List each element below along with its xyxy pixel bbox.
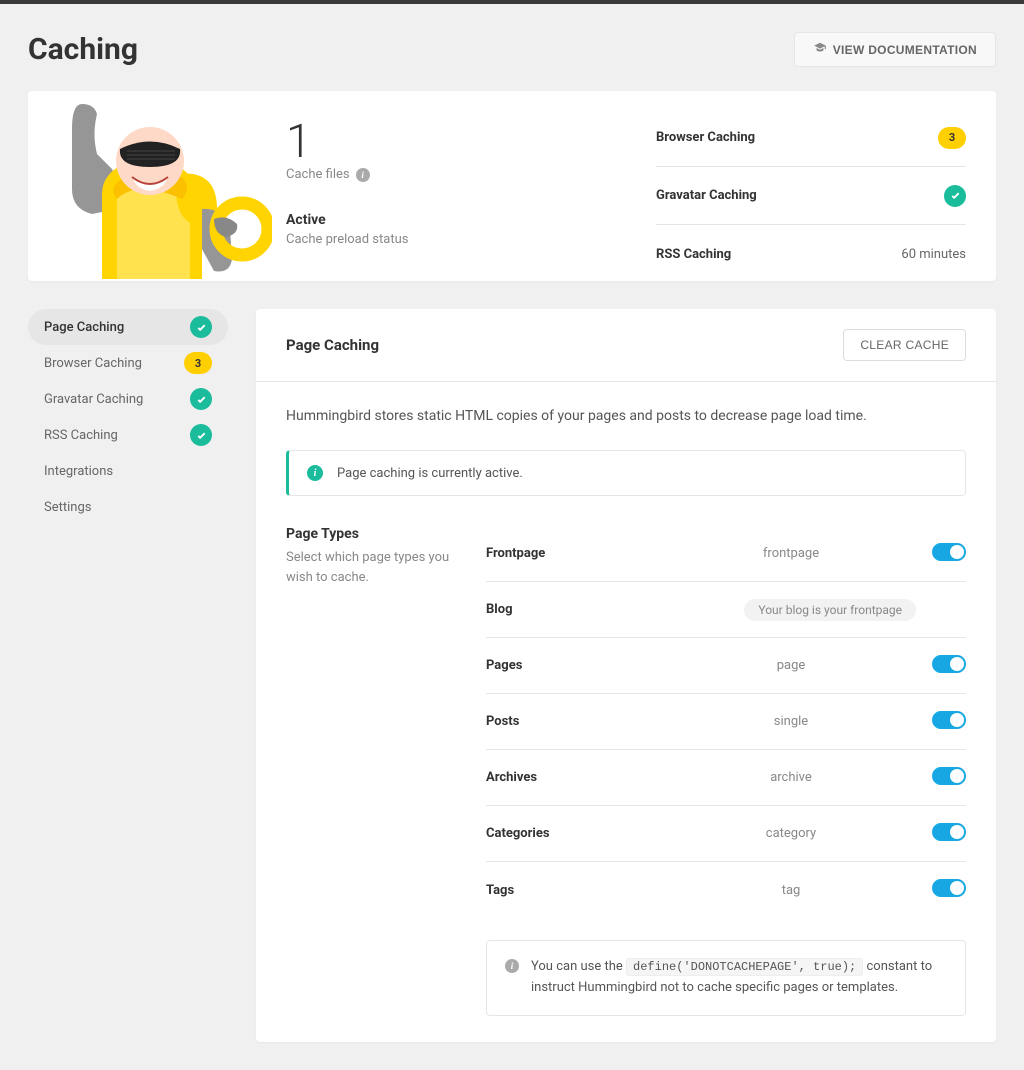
- type-value: page: [666, 658, 916, 673]
- check-icon: [190, 388, 212, 410]
- panel-intro: Hummingbird stores static HTML copies of…: [286, 408, 966, 424]
- type-value: archive: [666, 770, 916, 785]
- tip-pre: You can use the: [531, 959, 626, 974]
- tip-box: i You can use the define('DONOTCACHEPAGE…: [486, 940, 966, 1016]
- check-icon: [190, 316, 212, 338]
- page-type-row: Frontpage frontpage: [486, 526, 966, 582]
- page-types-section: Page Types Select which page types you w…: [286, 526, 966, 1016]
- warning-badge: 3: [938, 127, 966, 149]
- page-title: Caching: [28, 32, 138, 67]
- academic-cap-icon: [813, 41, 827, 58]
- type-value: category: [666, 826, 916, 841]
- sidebar-item-browser-caching[interactable]: Browser Caching 3: [28, 345, 228, 381]
- check-icon: [944, 185, 966, 207]
- page-type-row: Pages page: [486, 638, 966, 694]
- summary-row-label: Gravatar Caching: [656, 188, 757, 203]
- type-label: Posts: [486, 714, 666, 729]
- sidebar-item-label: Browser Caching: [44, 356, 184, 371]
- type-label: Categories: [486, 826, 666, 841]
- type-value: frontpage: [666, 546, 916, 561]
- notice-text: Page caching is currently active.: [337, 466, 523, 481]
- section-title: Page Types: [286, 526, 466, 542]
- check-icon: [190, 424, 212, 446]
- doc-button-label: VIEW DOCUMENTATION: [833, 43, 977, 57]
- sidebar-item-label: Gravatar Caching: [44, 392, 190, 407]
- summary-card: 1 Cache files i Active Cache preload sta…: [28, 91, 996, 281]
- page-type-row: Archives archive: [486, 750, 966, 806]
- toggle-switch[interactable]: [932, 823, 966, 841]
- panel-title: Page Caching: [286, 336, 379, 354]
- mascot-illustration: [28, 91, 286, 281]
- sidebar-item-label: RSS Caching: [44, 428, 190, 443]
- sidebar-item-rss-caching[interactable]: RSS Caching: [28, 417, 228, 453]
- toggle-switch[interactable]: [932, 543, 966, 561]
- type-label: Pages: [486, 658, 666, 673]
- summary-row-value: 60 minutes: [901, 247, 966, 262]
- main-panel: Page Caching CLEAR CACHE Hummingbird sto…: [256, 309, 996, 1042]
- toggle-switch[interactable]: [932, 879, 966, 897]
- preload-status-title: Active: [286, 212, 636, 228]
- page-type-row: Blog Your blog is your frontpage: [486, 582, 966, 638]
- sidebar-item-page-caching[interactable]: Page Caching: [28, 309, 228, 345]
- page-type-row: Tags tag: [486, 862, 966, 918]
- cache-file-label: Cache files: [286, 167, 350, 182]
- info-icon: i: [505, 959, 519, 973]
- clear-cache-button[interactable]: CLEAR CACHE: [843, 329, 966, 361]
- summary-row-browser-caching: Browser Caching 3: [656, 109, 966, 167]
- info-icon[interactable]: i: [356, 168, 370, 182]
- preload-status-subtitle: Cache preload status: [286, 232, 636, 247]
- summary-row-rss-caching: RSS Caching 60 minutes: [656, 225, 966, 281]
- sidebar-item-gravatar-caching[interactable]: Gravatar Caching: [28, 381, 228, 417]
- summary-stats: 1 Cache files i Active Cache preload sta…: [286, 91, 646, 281]
- type-value: Your blog is your frontpage: [666, 599, 916, 621]
- page-type-row: Posts single: [486, 694, 966, 750]
- sidebar-item-label: Page Caching: [44, 320, 190, 335]
- info-icon: i: [307, 465, 323, 481]
- sidebar-nav: Page Caching Browser Caching 3 Gravatar …: [28, 309, 228, 1042]
- sidebar-item-integrations[interactable]: Integrations: [28, 453, 228, 489]
- warning-badge: 3: [184, 352, 212, 374]
- sidebar-item-settings[interactable]: Settings: [28, 489, 228, 525]
- tip-text: You can use the define('DONOTCACHEPAGE',…: [531, 957, 947, 999]
- toggle-switch[interactable]: [932, 767, 966, 785]
- summary-row-gravatar-caching: Gravatar Caching: [656, 167, 966, 225]
- sidebar-item-label: Integrations: [44, 464, 212, 479]
- type-label: Tags: [486, 883, 666, 898]
- page-header: Caching VIEW DOCUMENTATION: [28, 32, 996, 67]
- type-label: Frontpage: [486, 546, 666, 561]
- summary-row-label: RSS Caching: [656, 247, 731, 262]
- tip-code: define('DONOTCACHEPAGE', true);: [626, 958, 863, 976]
- panel-header: Page Caching CLEAR CACHE: [256, 309, 996, 382]
- cache-file-count: 1: [286, 119, 636, 165]
- view-documentation-button[interactable]: VIEW DOCUMENTATION: [794, 32, 996, 67]
- type-label: Blog: [486, 602, 666, 617]
- page-type-row: Categories category: [486, 806, 966, 862]
- toggle-switch[interactable]: [932, 655, 966, 673]
- type-value: single: [666, 714, 916, 729]
- sidebar-item-label: Settings: [44, 500, 212, 515]
- active-notice: i Page caching is currently active.: [286, 450, 966, 496]
- info-pill: Your blog is your frontpage: [744, 599, 916, 621]
- section-description: Select which page types you wish to cach…: [286, 548, 466, 587]
- summary-rows: Browser Caching 3 Gravatar Caching RSS C…: [646, 91, 996, 281]
- summary-row-label: Browser Caching: [656, 130, 755, 145]
- toggle-switch[interactable]: [932, 711, 966, 729]
- type-value: tag: [666, 883, 916, 898]
- type-label: Archives: [486, 770, 666, 785]
